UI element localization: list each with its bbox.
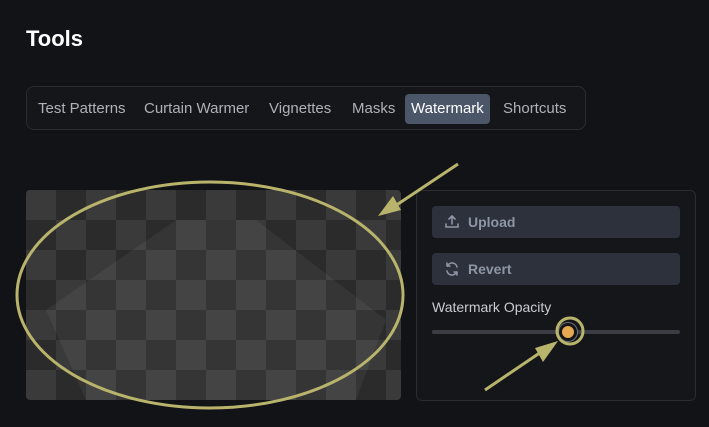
upload-label: Upload [468,214,516,230]
revert-label: Revert [468,261,512,277]
watermark-panel: Upload Revert Watermark Opacity [416,190,696,401]
revert-button[interactable]: Revert [432,253,680,285]
watermark-preview [26,190,401,400]
refresh-icon [444,261,460,277]
opacity-slider-thumb[interactable] [559,323,578,341]
upload-icon [444,214,460,230]
watermark-shape [46,220,386,400]
tab-bar: Test Patterns Curtain Warmer Vignettes M… [26,86,586,130]
tab-curtain-warmer[interactable]: Curtain Warmer [138,94,255,124]
opacity-slider-track[interactable] [432,323,680,341]
page-title: Tools [26,26,84,51]
tab-vignettes[interactable]: Vignettes [263,94,337,124]
tab-masks[interactable]: Masks [346,94,401,124]
tools-page: Tools Test Patterns Curtain Warmer Vigne… [0,0,709,427]
upload-button[interactable]: Upload [432,206,680,238]
tab-watermark[interactable]: Watermark [405,94,490,124]
opacity-slider-fill [432,330,569,334]
tab-test-patterns[interactable]: Test Patterns [32,94,132,124]
opacity-label: Watermark Opacity [432,299,552,315]
tab-shortcuts[interactable]: Shortcuts [497,94,572,124]
